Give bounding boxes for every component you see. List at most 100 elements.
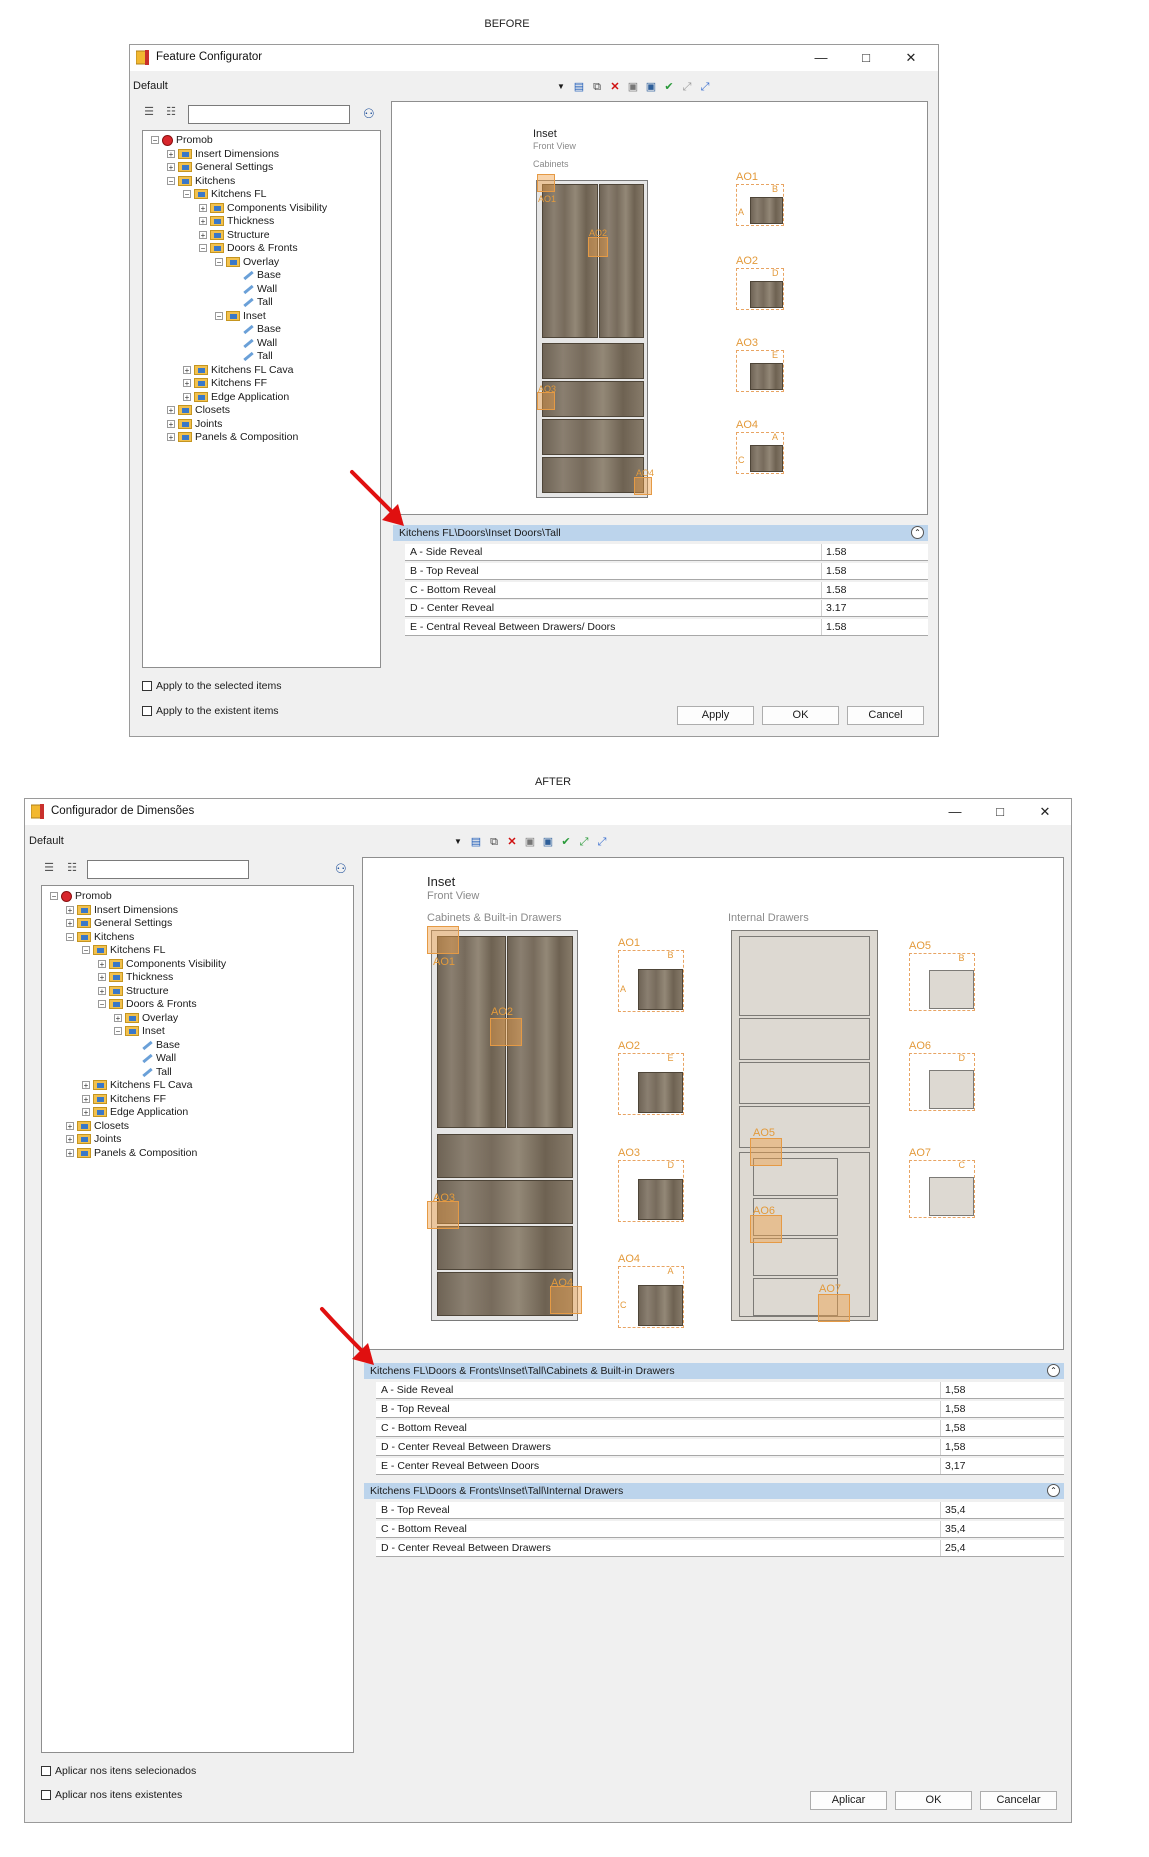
save-all-icon[interactable]: ▣ bbox=[541, 835, 555, 849]
property-value[interactable]: 1,58 bbox=[940, 1420, 965, 1436]
apply-button[interactable]: Apply bbox=[677, 706, 754, 725]
tree-item[interactable]: − Kitchens bbox=[167, 175, 235, 188]
property-value[interactable]: 3,17 bbox=[940, 1458, 965, 1474]
tree-item[interactable]: + Joints bbox=[66, 1133, 121, 1146]
before-titlebar[interactable]: Feature Configurator — □ ✕ bbox=[130, 45, 938, 71]
tree-item[interactable]: − Kitchens bbox=[66, 931, 134, 944]
expand-icon[interactable]: ⤢ bbox=[577, 835, 591, 849]
tree-item[interactable]: + Structure bbox=[199, 229, 270, 242]
tree-search-input[interactable] bbox=[188, 105, 350, 124]
expand-node-icon[interactable]: + bbox=[66, 905, 74, 914]
tree-item[interactable]: + Closets bbox=[167, 404, 230, 417]
apply-selected-checkbox[interactable]: Apply to the selected items bbox=[142, 680, 281, 693]
collapse-group-icon[interactable]: ⌃ bbox=[1047, 1484, 1060, 1497]
collapse-node-icon[interactable]: − bbox=[98, 1000, 106, 1009]
tree-item[interactable]: + Overlay bbox=[114, 1012, 178, 1025]
property-row[interactable]: D - Center Reveal 3.17 bbox=[405, 600, 928, 618]
expand-node-icon[interactable]: + bbox=[167, 406, 175, 415]
tree-view-icon[interactable]: ☰ bbox=[142, 105, 156, 119]
collapse-node-icon[interactable]: − bbox=[82, 946, 90, 955]
tree-item[interactable]: + Insert Dimensions bbox=[66, 904, 178, 917]
after-titlebar[interactable]: Configurador de Dimensões — □ ✕ bbox=[25, 799, 1071, 825]
property-value[interactable]: 1.58 bbox=[821, 562, 846, 579]
property-value[interactable]: 3.17 bbox=[821, 600, 846, 617]
property-value[interactable]: 1,58 bbox=[940, 1401, 965, 1417]
collapse-node-icon[interactable]: − bbox=[215, 257, 223, 266]
save-icon[interactable]: ▣ bbox=[523, 835, 537, 849]
property-row[interactable]: A - Side Reveal 1.58 bbox=[405, 544, 928, 561]
apply-selected-checkbox[interactable]: Aplicar nos itens selecionados bbox=[41, 1765, 196, 1778]
minimize-icon[interactable]: — bbox=[806, 48, 836, 68]
collapse-node-icon[interactable]: − bbox=[215, 311, 223, 320]
property-row[interactable]: E - Central Reveal Between Drawers/ Door… bbox=[405, 619, 928, 637]
minimize-icon[interactable]: — bbox=[940, 802, 970, 822]
tree-item[interactable]: + Thickness bbox=[98, 971, 173, 984]
property-group-header[interactable]: Kitchens FL\Doors & Fronts\Inset\Tall\In… bbox=[364, 1483, 1064, 1499]
expand-node-icon[interactable]: + bbox=[66, 1148, 74, 1157]
collapse-node-icon[interactable]: − bbox=[183, 190, 191, 199]
expand-node-icon[interactable]: + bbox=[183, 379, 191, 388]
expand-node-icon[interactable]: + bbox=[199, 217, 207, 226]
expand-node-icon[interactable]: + bbox=[183, 365, 191, 374]
close-icon[interactable]: ✕ bbox=[896, 48, 926, 68]
collapse-node-icon[interactable]: − bbox=[199, 244, 207, 253]
expand-node-icon[interactable]: + bbox=[82, 1081, 90, 1090]
property-value[interactable]: 1,58 bbox=[940, 1382, 965, 1398]
tree-item[interactable]: − Inset bbox=[114, 1025, 165, 1038]
cancel-button[interactable]: Cancel bbox=[847, 706, 924, 725]
delete-icon[interactable]: ✕ bbox=[608, 80, 622, 94]
tree-item[interactable]: + Panels & Composition bbox=[66, 1147, 197, 1160]
tree-item[interactable]: − Kitchens FL bbox=[183, 188, 266, 201]
copy-profile-icon[interactable]: ⧉ bbox=[590, 80, 604, 94]
ok-button[interactable]: OK bbox=[895, 1791, 972, 1810]
tree-item[interactable]: + Joints bbox=[167, 418, 222, 431]
validate-icon[interactable]: ✔ bbox=[559, 835, 573, 849]
tree-item[interactable]: Base bbox=[130, 1039, 180, 1052]
expand-node-icon[interactable]: + bbox=[167, 433, 175, 442]
collapse-node-icon[interactable]: − bbox=[167, 176, 175, 185]
list-view-icon[interactable]: ☷ bbox=[164, 105, 178, 119]
expand-node-icon[interactable]: + bbox=[98, 959, 106, 968]
tree-search-input[interactable] bbox=[87, 860, 249, 879]
property-row[interactable]: C - Bottom Reveal 35,4 bbox=[376, 1521, 1064, 1538]
tree-item[interactable]: Tall bbox=[130, 1066, 172, 1079]
property-row[interactable]: B - Top Reveal 1.58 bbox=[405, 562, 928, 580]
dropdown-icon[interactable]: ▼ bbox=[554, 80, 568, 94]
property-row[interactable]: C - Bottom Reveal 1,58 bbox=[376, 1420, 1064, 1437]
tree-item[interactable]: + Edge Application bbox=[183, 391, 289, 404]
tree-item[interactable]: − Doors & Fronts bbox=[98, 998, 197, 1011]
tree-item[interactable]: − Doors & Fronts bbox=[199, 242, 298, 255]
property-value[interactable]: 1.58 bbox=[821, 619, 846, 636]
tree-item[interactable]: + Edge Application bbox=[82, 1106, 188, 1119]
delete-icon[interactable]: ✕ bbox=[505, 835, 519, 849]
property-value[interactable]: 35,4 bbox=[940, 1502, 965, 1518]
apply-existent-checkbox[interactable]: Apply to the existent items bbox=[142, 705, 279, 718]
validate-icon[interactable]: ✔ bbox=[662, 80, 676, 94]
property-row[interactable]: C - Bottom Reveal 1.58 bbox=[405, 581, 928, 599]
expand-node-icon[interactable]: + bbox=[167, 163, 175, 172]
property-row[interactable]: E - Center Reveal Between Doors 3,17 bbox=[376, 1458, 1064, 1475]
tree-item[interactable]: + Structure bbox=[98, 985, 169, 998]
property-row[interactable]: B - Top Reveal 1,58 bbox=[376, 1401, 1064, 1418]
tree-item[interactable]: − Inset bbox=[215, 310, 266, 323]
collapse-node-icon[interactable]: − bbox=[66, 932, 74, 941]
property-group-header[interactable]: Kitchens FL\Doors\Inset Doors\Tall ⌃ bbox=[393, 525, 928, 541]
feature-tree[interactable]: − Promob + Insert Dimensions + General Settin… bbox=[142, 130, 381, 668]
tree-item[interactable]: + Kitchens FL Cava bbox=[82, 1079, 192, 1092]
expand-node-icon[interactable]: + bbox=[82, 1108, 90, 1117]
tree-item[interactable]: − Kitchens FL bbox=[82, 944, 165, 957]
binoculars-icon[interactable]: ⚇ bbox=[363, 106, 375, 122]
property-group-header[interactable]: Kitchens FL\Doors & Fronts\Inset\Tall\Ca… bbox=[364, 1363, 1064, 1379]
expand-node-icon[interactable]: + bbox=[199, 230, 207, 239]
new-profile-icon[interactable]: ▤ bbox=[572, 80, 586, 94]
binoculars-icon[interactable]: ⚇ bbox=[335, 861, 347, 877]
tree-item[interactable]: + Kitchens FL Cava bbox=[183, 364, 293, 377]
tree-item[interactable]: Tall bbox=[231, 296, 273, 309]
collapse-node-icon[interactable]: − bbox=[151, 136, 159, 145]
collapse-group-icon[interactable]: ⌃ bbox=[911, 526, 924, 539]
tree-item[interactable]: − Promob bbox=[151, 134, 213, 147]
tree-item[interactable]: Wall bbox=[231, 337, 277, 350]
maximize-icon[interactable]: □ bbox=[851, 48, 881, 68]
tree-item[interactable]: Wall bbox=[130, 1052, 176, 1065]
collapse-group-icon[interactable]: ⌃ bbox=[1047, 1364, 1060, 1377]
